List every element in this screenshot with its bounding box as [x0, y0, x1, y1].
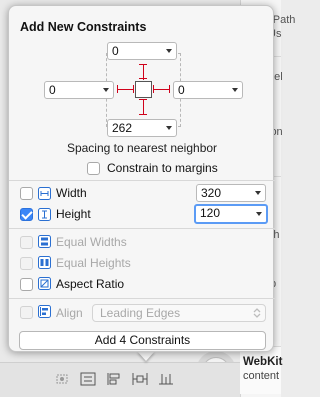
popover-arrow [137, 351, 155, 361]
update-frames-icon[interactable] [54, 372, 70, 386]
top-spacing-value: 0 [112, 44, 119, 58]
popover-title: Add New Constraints [20, 20, 147, 34]
left-spacing-value: 0 [49, 83, 56, 97]
chevron-down-icon [166, 126, 172, 130]
width-value-combo[interactable]: 320 [196, 184, 266, 202]
embed-in-stack-icon[interactable] [80, 372, 96, 386]
equal-heights-icon [38, 256, 51, 269]
left-strut[interactable] [117, 89, 134, 90]
left-strut-cap [117, 85, 118, 93]
section-divider [9, 298, 275, 299]
spacing-caption: Spacing to nearest neighbor [66, 141, 218, 155]
chevron-down-icon [256, 212, 262, 216]
equal-widths-label: Equal Widths [56, 235, 127, 249]
bottom-strut-cap [139, 99, 147, 100]
top-spacing-combo[interactable]: 0 [107, 42, 177, 60]
right-spacing-value: 0 [178, 83, 185, 97]
right-strut-cap [153, 85, 154, 93]
height-label: Height [56, 207, 91, 221]
top-strut-cap [139, 64, 147, 65]
align-edges-select[interactable]: Leading Edges [92, 304, 266, 322]
align-edges-icon [38, 305, 51, 318]
align-checkbox[interactable] [20, 306, 33, 319]
chevron-down-icon [232, 88, 238, 92]
equal-heights-label: Equal Heights [56, 256, 131, 270]
constrain-to-margins-checkbox[interactable] [87, 162, 100, 175]
library-item-subtitle: content [243, 370, 280, 382]
view-placeholder-box [135, 81, 152, 98]
top-strut-cap [139, 78, 147, 79]
constrain-to-margins-label[interactable]: Constrain to margins [107, 161, 218, 175]
chevron-down-icon [166, 49, 172, 53]
bottom-strut[interactable] [143, 99, 144, 115]
align-icon[interactable] [106, 372, 122, 386]
equal-widths-checkbox[interactable] [20, 236, 33, 249]
section-divider [9, 180, 275, 181]
height-value: 120 [200, 206, 221, 220]
aspect-ratio-checkbox[interactable] [20, 278, 33, 291]
equal-heights-checkbox[interactable] [20, 257, 33, 270]
width-checkbox[interactable] [20, 187, 33, 200]
equal-widths-icon [38, 235, 51, 248]
width-constraint-icon [38, 187, 51, 200]
align-label: Align [56, 306, 83, 320]
width-value: 320 [201, 186, 222, 200]
library-item-title: WebKit [243, 356, 283, 368]
height-value-combo[interactable]: 120 [194, 204, 268, 224]
pin-icon[interactable] [132, 372, 148, 386]
up-down-arrows-icon [253, 308, 261, 318]
bottom-spacing-value: 262 [112, 121, 133, 135]
aspect-ratio-icon [38, 277, 51, 290]
right-strut-cap [169, 85, 170, 93]
section-divider [9, 228, 275, 229]
chevron-down-icon [103, 88, 109, 92]
add-constraints-popover: Add New Constraints 0 0 0 262 Spacing to… [8, 5, 275, 352]
align-edges-value: Leading Edges [100, 306, 181, 320]
left-spacing-combo[interactable]: 0 [44, 81, 114, 99]
height-constraint-icon [38, 208, 51, 221]
aspect-ratio-label: Aspect Ratio [56, 277, 125, 291]
bottom-strut-cap [139, 114, 147, 115]
left-strut-cap [133, 85, 134, 93]
right-strut[interactable] [153, 89, 170, 90]
height-checkbox[interactable] [20, 208, 33, 221]
resolve-issues-icon[interactable] [158, 372, 174, 386]
bottom-spacing-combo[interactable]: 262 [107, 119, 177, 137]
width-label: Width [56, 186, 87, 200]
add-constraints-button[interactable]: Add 4 Constraints [19, 331, 266, 350]
chevron-down-icon [255, 191, 261, 195]
right-spacing-combo[interactable]: 0 [173, 81, 243, 99]
